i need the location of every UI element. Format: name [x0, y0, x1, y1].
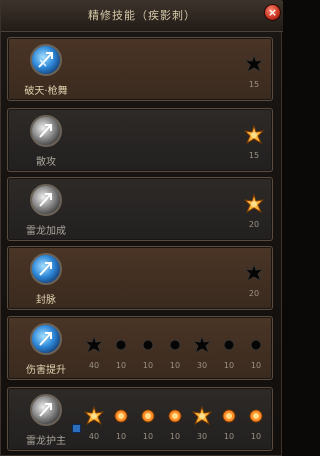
dot-node-icon	[115, 339, 127, 351]
skill-name: 封脉	[36, 295, 56, 306]
refine-node-value: 10	[223, 361, 235, 370]
star-node-icon	[243, 53, 265, 74]
star-node-icon	[191, 405, 213, 426]
refine-node-active[interactable]: 10	[165, 406, 185, 441]
star-node-icon	[191, 334, 213, 355]
refine-node-value: 10	[142, 432, 154, 441]
skill-row-thunder-dragon-boost: 雷龙加成 20	[7, 177, 273, 241]
dot-node-icon	[142, 339, 154, 351]
refine-node-value: 10	[115, 432, 127, 441]
skill-name: 雷龙加成	[26, 226, 66, 237]
dot-node-icon	[169, 339, 181, 351]
refine-node-value: 20	[248, 220, 260, 229]
refine-skill-window: 精修技能（疾影刺） × 破天·枪舞 15 散攻 15 雷龙加成 20 封脉 20…	[0, 0, 283, 456]
refine-node-active[interactable]: 10	[219, 406, 239, 441]
seal-meridian-icon[interactable]	[30, 253, 62, 285]
window-titlebar: 精修技能（疾影刺） ×	[1, 1, 283, 32]
skill-row-seal-meridian: 封脉 20	[7, 246, 273, 310]
spear-dance-icon[interactable]	[30, 44, 62, 76]
refine-node-value: 15	[248, 80, 260, 89]
refine-node-inactive[interactable]: 10	[165, 335, 185, 370]
dot-node-icon	[141, 409, 155, 423]
star-node-icon	[83, 405, 105, 426]
refine-node-value: 10	[142, 361, 154, 370]
refine-node-value: 10	[250, 361, 262, 370]
refine-node-active[interactable]: 10	[111, 406, 131, 441]
thunder-dragon-boost-icon[interactable]	[30, 184, 62, 216]
refine-node-active[interactable]: 10	[138, 406, 158, 441]
refine-node-inactive[interactable]: 10	[138, 335, 158, 370]
refine-node-inactive[interactable]: 10	[219, 335, 239, 370]
dot-node-icon	[114, 409, 128, 423]
close-button[interactable]: ×	[264, 4, 281, 21]
skill-row-thunder-dragon-guard: 雷龙护主 40 10 10 10 30 10 10	[7, 387, 273, 451]
skill-row-spear-dance: 破天·枪舞 15	[7, 37, 273, 101]
scatter-attack-icon[interactable]	[30, 115, 62, 147]
dot-node-icon	[222, 409, 236, 423]
refine-node-value: 10	[115, 361, 127, 370]
refine-node-active[interactable]: 40	[83, 405, 105, 441]
star-node-icon	[243, 124, 265, 145]
star-node-icon	[243, 193, 265, 214]
dot-node-icon	[223, 339, 235, 351]
refine-node-value: 30	[196, 432, 208, 441]
skill-row-scatter-attack: 散攻 15	[7, 108, 273, 172]
refine-node-inactive[interactable]: 10	[111, 335, 131, 370]
refine-node-value: 10	[169, 432, 181, 441]
skill-name: 破天·枪舞	[24, 86, 68, 97]
refine-node-active[interactable]: 30	[191, 405, 213, 441]
refine-node-active[interactable]: 10	[246, 406, 266, 441]
thunder-dragon-guard-icon[interactable]	[30, 394, 81, 433]
refine-node-inactive[interactable]: 15	[243, 53, 265, 89]
refine-node-active[interactable]: 20	[243, 193, 265, 229]
refine-node-value: 40	[88, 432, 100, 441]
refine-node-value: 10	[223, 432, 235, 441]
skill-name: 雷龙护主	[26, 436, 66, 447]
window-title: 精修技能（疾影刺）	[88, 9, 196, 22]
damage-up-icon[interactable]	[30, 323, 62, 355]
refine-node-inactive[interactable]: 40	[83, 334, 105, 370]
refine-node-value: 30	[196, 361, 208, 370]
dot-node-icon	[249, 409, 263, 423]
refine-node-value: 10	[250, 432, 262, 441]
refine-node-inactive[interactable]: 10	[246, 335, 266, 370]
refine-node-inactive[interactable]: 30	[191, 334, 213, 370]
refine-node-inactive[interactable]: 20	[243, 262, 265, 298]
skill-name: 伤害提升	[26, 365, 66, 376]
skill-name: 散攻	[36, 157, 56, 168]
refine-node-value: 10	[169, 361, 181, 370]
skill-row-damage-up: 伤害提升 40 10 10 10 30 10 10	[7, 316, 273, 380]
refine-node-value: 40	[88, 361, 100, 370]
star-node-icon	[243, 262, 265, 283]
refine-node-value: 20	[248, 289, 260, 298]
refine-node-value: 15	[248, 151, 260, 160]
refine-node-active[interactable]: 15	[243, 124, 265, 160]
dot-node-icon	[250, 339, 262, 351]
star-node-icon	[83, 334, 105, 355]
dot-node-icon	[168, 409, 182, 423]
